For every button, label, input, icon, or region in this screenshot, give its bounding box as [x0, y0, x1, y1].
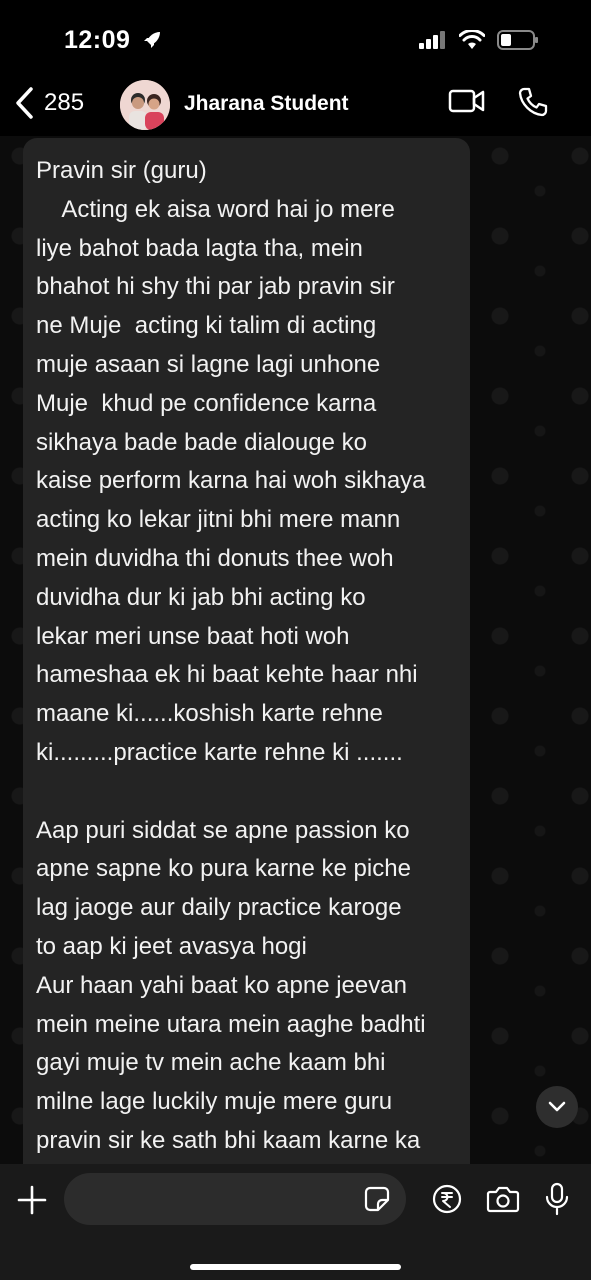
- avatar[interactable]: [120, 80, 170, 130]
- message-bubble: Pravin sir (guru) Acting ek aisa word ha…: [23, 138, 470, 1164]
- message-line: Muje khud pe confidence karna: [36, 389, 377, 417]
- message-line: muje asaan si lagne lagi unhone: [36, 350, 381, 378]
- message-line: gayi muje tv mein ache kaam bhi: [36, 1049, 386, 1077]
- message-line: maane ki......koshish karte rehne: [36, 700, 383, 728]
- message-line: ne Muje acting ki talim di acting: [36, 312, 377, 340]
- voice-call-button[interactable]: [517, 86, 549, 123]
- message-input[interactable]: [64, 1173, 406, 1225]
- message-line: kaise perform karna hai woh sikhaya: [36, 467, 426, 495]
- attach-button[interactable]: [16, 1184, 48, 1221]
- microphone-button[interactable]: [544, 1182, 570, 1221]
- message-line: to aap ki jeet avasya hogi: [36, 932, 307, 960]
- message-line: acting ko lekar jitni bhi mere mann: [36, 506, 401, 534]
- contact-name[interactable]: Jharana Student: [184, 92, 349, 116]
- message-line: Pravin sir (guru): [36, 157, 207, 184]
- chevron-down-icon: [548, 1101, 566, 1112]
- message-line: Aur haan yahi baat ko apne jeevan: [36, 971, 407, 999]
- avatar-image: [120, 80, 170, 130]
- status-bar: 12:09: [0, 0, 591, 80]
- message-line: mein meine utara mein aaghe badhti: [36, 1010, 426, 1038]
- rupee-payment-icon: [432, 1184, 462, 1214]
- microphone-icon: [545, 1182, 569, 1216]
- wifi-icon: [459, 30, 485, 49]
- message-line: ki.........practice karte rehne ki .....…: [36, 738, 403, 766]
- video-call-button[interactable]: [448, 88, 486, 119]
- message-line: duvidha dur ki jab bhi acting ko: [36, 583, 366, 611]
- message-line: hameshaa ek hi baat kehte haar nhi: [36, 661, 418, 689]
- video-camera-icon: [448, 89, 485, 113]
- cellular-signal-icon: [419, 31, 445, 49]
- chat-header: 285 Jharana Student: [0, 80, 591, 136]
- home-indicator: [190, 1264, 401, 1270]
- message-line: apne sapne ko pura karne ke piche: [36, 855, 411, 883]
- message-line: Acting ek aisa word hai jo mere: [36, 195, 395, 223]
- sticker-button[interactable]: [364, 1186, 390, 1217]
- status-icons: [419, 30, 539, 50]
- chat-area[interactable]: Pravin sir (guru) Acting ek aisa word ha…: [0, 136, 591, 1164]
- status-time: 12:09: [64, 26, 162, 55]
- message-line: pravin sir ke sath bhi kaam karne ka: [36, 1126, 421, 1154]
- camera-button[interactable]: [486, 1184, 520, 1219]
- message-line: sikhaya bade bade dialouge ko: [36, 428, 367, 456]
- unread-count: 285: [44, 89, 85, 116]
- camera-icon: [486, 1186, 520, 1213]
- message-line: bhahot hi shy thi par jab pravin sir: [36, 273, 395, 301]
- message-line: [36, 773, 470, 812]
- message-line: mein duvidha thi donuts thee woh: [36, 544, 394, 572]
- sticker-icon: [364, 1186, 390, 1212]
- chevron-left-icon: [16, 87, 33, 119]
- phone-icon: [518, 87, 548, 117]
- payment-button[interactable]: [432, 1184, 462, 1219]
- message-composer: [0, 1164, 591, 1280]
- message-line: Aap puri siddat se apne passion ko: [36, 816, 410, 844]
- message-line: lag jaoge aur daily practice karoge: [36, 894, 402, 922]
- message-line: liye bahot bada lagta tha, mein: [36, 234, 363, 262]
- scroll-to-bottom-button[interactable]: [536, 1086, 578, 1128]
- back-button[interactable]: 285: [14, 86, 84, 120]
- rocket-icon: [143, 32, 160, 48]
- message-line: lekar meri unse baat hoti woh: [36, 622, 350, 650]
- plus-icon: [17, 1185, 47, 1215]
- message-line: milne lage luckily muje mere guru: [36, 1088, 393, 1116]
- battery-icon: [497, 30, 538, 50]
